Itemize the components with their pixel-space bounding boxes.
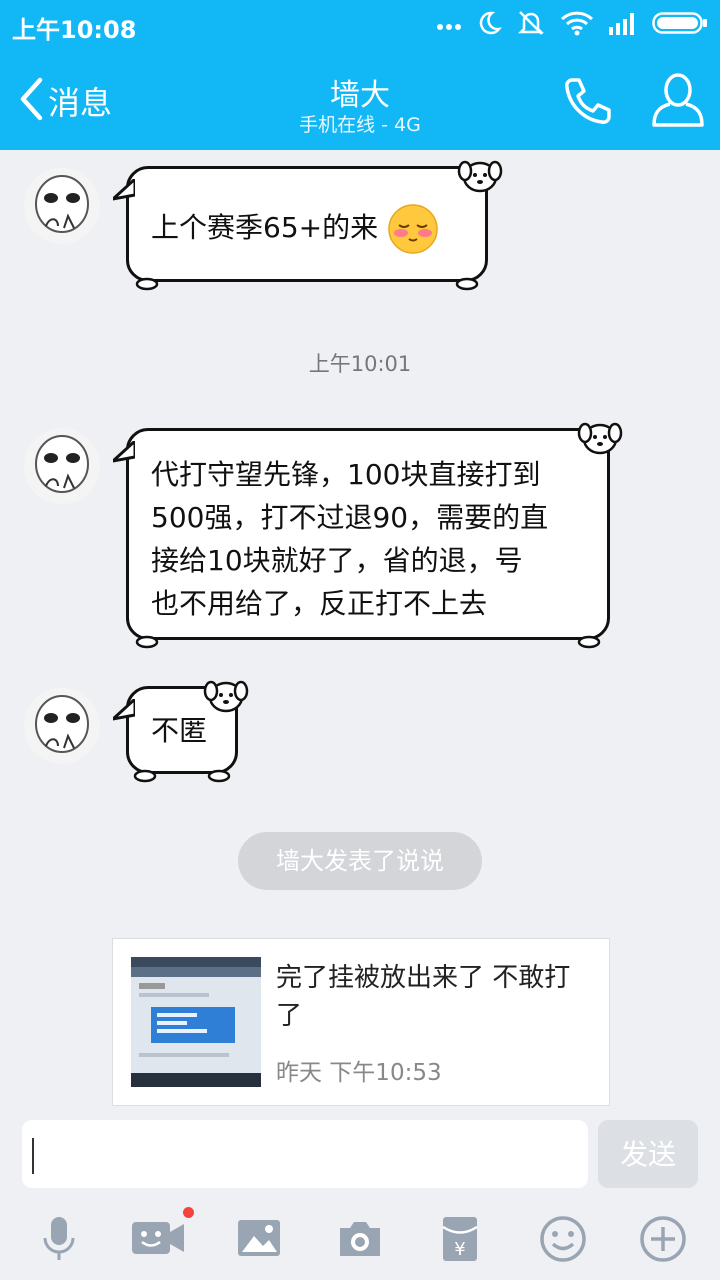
red-packet-icon[interactable]: ¥ (440, 1214, 480, 1264)
phone-icon (560, 78, 614, 132)
post-thumbnail (131, 957, 261, 1087)
message-line: 代打守望先锋，100块直接打到 (151, 458, 541, 491)
message-bubble[interactable]: 代打守望先锋，100块直接打到 500强，打不过退90，需要的直 接给10块就好… (113, 422, 623, 649)
bubble-tail (113, 179, 135, 201)
dog-feet-icon (455, 277, 479, 291)
phone-button[interactable] (560, 74, 614, 128)
post-text: 完了挂被放出来了 不敢打了 (276, 963, 571, 1031)
more-dots-icon (436, 16, 462, 35)
wifi-icon (560, 10, 594, 40)
input-bar: 发送 (0, 1110, 720, 1200)
dog-feet-icon (135, 277, 159, 291)
message-line: 500强，打不过退90，需要的直 (151, 501, 549, 534)
profile-icon (650, 73, 706, 134)
message-line: 上个赛季65+的来 (151, 211, 379, 244)
message-text: 上个赛季65+的来 (151, 203, 463, 255)
camera-icon[interactable] (336, 1214, 384, 1264)
profile-button[interactable] (650, 70, 706, 130)
message-line: 接给10块就好了，省的退，号 (151, 544, 523, 577)
dog-feet-icon (133, 769, 157, 783)
send-button[interactable]: 发送 (598, 1120, 698, 1188)
chat-timestamp: 上午10:01 (308, 352, 412, 376)
dog-sticker-icon (577, 422, 623, 455)
sender-avatar[interactable] (24, 428, 100, 504)
microphone-icon[interactable] (34, 1214, 84, 1264)
message-bubble[interactable]: 上个赛季65+的来 (113, 160, 503, 291)
bubble-tail (113, 699, 135, 721)
dog-feet-icon (207, 769, 231, 783)
status-time: 上午10:08 (12, 16, 137, 44)
plus-icon[interactable] (638, 1214, 688, 1264)
mute-icon (516, 9, 546, 41)
emoji-icon[interactable] (538, 1214, 588, 1264)
dog-sticker-icon (203, 680, 249, 713)
shared-post-card[interactable]: 完了挂被放出来了 不敢打了 昨天 下午10:53 (112, 938, 610, 1106)
sender-avatar[interactable] (24, 688, 100, 764)
bubble-tail (113, 441, 135, 463)
message-input[interactable] (22, 1120, 588, 1188)
video-icon[interactable] (130, 1214, 186, 1264)
moon-icon (476, 10, 502, 40)
notification-badge (183, 1207, 194, 1218)
signal-icon (608, 11, 638, 39)
dog-feet-icon (577, 635, 601, 649)
dog-sticker-icon (457, 160, 503, 193)
message-line: 也不用给了，反正打不上去 (151, 587, 488, 620)
battery-icon (652, 11, 708, 39)
chat-header: 消息 墙大 手机在线 - 4G (0, 50, 720, 150)
status-icons (436, 10, 708, 40)
text-caret (32, 1138, 34, 1174)
blush-emoji-icon (387, 203, 439, 255)
status-bar: 上午10:08 (0, 0, 720, 50)
system-notice: 墙大发表了说说 (238, 832, 482, 890)
message-line: 不匿 (151, 714, 208, 747)
post-time: 昨天 下午10:53 (276, 1060, 442, 1086)
svg-text:¥: ¥ (454, 1239, 465, 1260)
chat-toolbar: ¥ (0, 1200, 720, 1280)
message-bubble[interactable]: 不匿 (113, 680, 249, 783)
sender-avatar[interactable] (24, 168, 100, 244)
dog-feet-icon (135, 635, 159, 649)
image-icon[interactable] (236, 1214, 282, 1264)
